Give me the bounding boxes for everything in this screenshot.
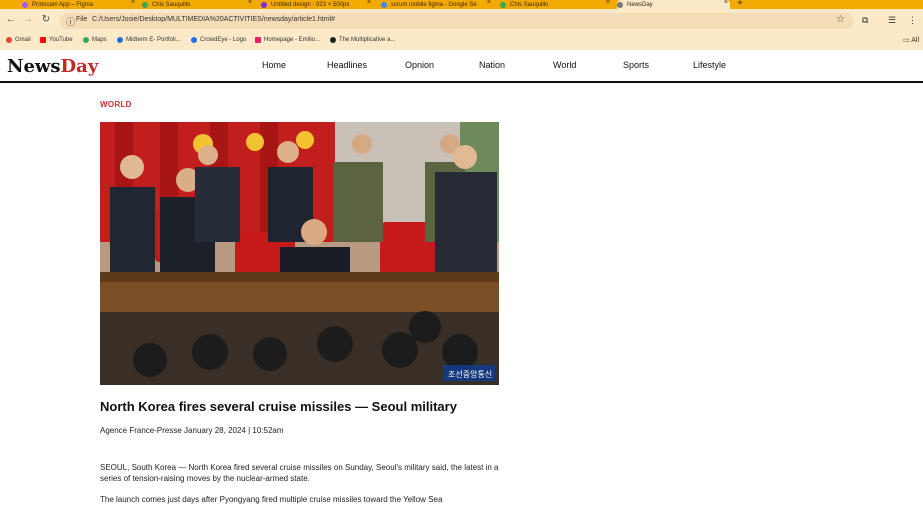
tab-title: Protocam App – Figma [32,1,94,8]
all-bookmarks-button[interactable]: ▭ All [903,36,919,44]
site-favicon-icon [191,37,197,43]
nav-lifestyle[interactable]: Lifestyle [693,60,726,70]
close-tab-icon[interactable]: × [131,0,135,6]
site-favicon-icon [117,37,123,43]
folder-icon: ▭ [903,37,910,44]
logo-part-news: News [7,56,61,77]
bookmark-label: The Multiplicative a... [339,37,396,43]
address-url[interactable]: C:/Users/Josie/Desktop/MULTIMEDIA%20ACTI… [92,16,335,23]
bookmark-item[interactable]: Maps [83,37,107,43]
bookmark-label: Homepage - Emilio... [264,37,321,43]
bookmark-star-icon[interactable]: ☆ [836,14,845,25]
nav-home[interactable]: Home [262,60,286,70]
new-tab-icon[interactable]: + [737,0,743,9]
bookmark-item[interactable]: The Multiplicative a... [330,37,395,43]
article-byline: Agence France-Presse January 28, 2024 | … [100,426,284,435]
bookmark-label: Maps [92,37,107,43]
article-photo-illustration: 조선중앙통신 [100,122,499,385]
bookmark-label: YouTube [49,37,73,43]
article-paragraph: SEOUL, South Korea — North Korea fired s… [100,463,499,483]
bookmark-item[interactable]: Homepage - Emilio... [255,37,320,43]
browser-tab[interactable]: Chis Sauquillo × [500,0,612,9]
extensions-icon[interactable]: ⧉ [862,15,868,26]
bookmark-item[interactable]: YouTube [40,37,73,43]
logo-part-day: Day [60,56,99,77]
reload-icon[interactable]: ↻ [39,14,53,25]
all-bookmarks-label: All [911,37,919,44]
tab-title: Chis Sauquillo [152,1,191,8]
section-label[interactable]: WORLD [100,100,132,109]
tab-title: scrum mobile figma - Google Se [391,1,477,8]
info-icon[interactable]: ⓘ [66,15,75,28]
bookmark-item[interactable]: Gmail [6,37,31,43]
close-tab-icon[interactable]: × [724,0,728,6]
site-logo[interactable]: NewsDay [7,56,98,77]
bookmark-item[interactable]: CrowdEye - Logo [191,37,246,43]
close-tab-icon[interactable]: × [248,0,252,6]
tab-favicon-icon [22,1,28,8]
maps-icon [83,37,89,43]
browser-tab-strip: Protocam App – Figma × Chis Sauquillo × … [0,0,923,9]
bookmark-item[interactable]: Midterm E- Portfoli... [117,37,181,43]
browser-tab-active[interactable]: NewsDay × [617,0,730,9]
tab-favicon-icon [142,1,148,8]
close-tab-icon[interactable]: × [487,0,491,6]
nav-opinion[interactable]: Opnion [405,60,434,70]
youtube-icon [40,37,46,43]
article-headline: North Korea fires several cruise missile… [100,399,457,414]
nav-sports[interactable]: Sports [623,60,649,70]
site-favicon-icon [330,37,336,43]
bookmarks-bar: Gmail YouTube Maps Midterm E- Portfoli..… [0,33,923,50]
article-photo: 조선중앙통신 [100,122,499,385]
close-tab-icon[interactable]: × [367,0,371,6]
tab-favicon-icon [617,1,623,8]
tab-favicon-icon [500,1,506,8]
address-bar[interactable]: ⓘ File C:/Users/Josie/Desktop/MULTIMEDIA… [60,13,853,29]
tab-favicon-icon [261,1,267,8]
menu-icon[interactable]: ⋮ [908,15,917,26]
gmail-icon [6,37,12,43]
tab-title: NewsDay [627,1,653,8]
close-tab-icon[interactable]: × [606,0,610,6]
kcna-watermark: 조선중앙통신 [448,369,492,379]
nav-headlines[interactable]: Headlines [327,60,367,70]
article-paragraph: The launch comes just days after Pyongya… [100,495,443,504]
site-header: NewsDay Home Headlines Opnion Nation Wor… [0,50,923,83]
nav-nation[interactable]: Nation [479,60,505,70]
bookmark-label: Gmail [15,37,31,43]
forward-arrow-icon[interactable]: → [21,14,35,25]
bookmark-label: Midterm E- Portfoli... [126,37,181,43]
browser-toolbar: ← → ↻ ⓘ File C:/Users/Josie/Desktop/MULT… [0,9,923,33]
file-scheme-label: File [76,16,88,23]
reading-list-icon[interactable]: ☰ [888,15,896,26]
browser-tab[interactable]: Untitled design - 923 × 500px × [261,0,373,9]
bookmark-label: CrowdEye - Logo [200,37,247,43]
site-favicon-icon [255,37,261,43]
tab-title: Untitled design - 923 × 500px [271,1,350,8]
tab-title: Chis Sauquillo [510,1,549,8]
browser-tab[interactable]: scrum mobile figma - Google Se × [381,0,493,9]
tab-favicon-icon [381,1,387,8]
browser-tab[interactable]: Chis Sauquillo × [142,0,254,9]
nav-world[interactable]: World [553,60,576,70]
back-arrow-icon[interactable]: ← [4,14,18,25]
browser-tab[interactable]: Protocam App – Figma × [22,0,137,9]
